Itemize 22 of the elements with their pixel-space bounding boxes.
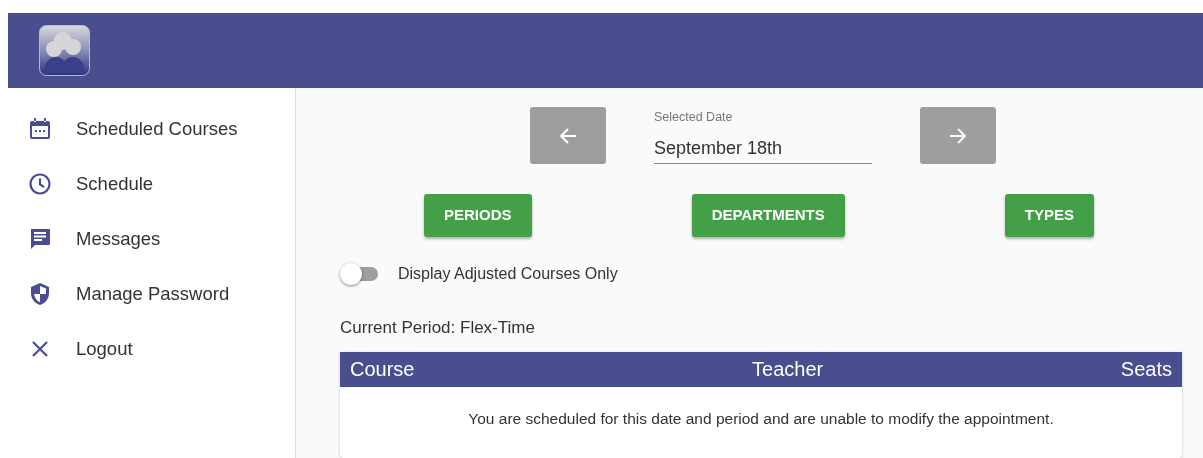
sidebar-item[interactable]: Messages bbox=[8, 211, 295, 266]
sidebar-item[interactable]: Scheduled Courses bbox=[8, 101, 295, 156]
sidebar-item[interactable]: Manage Password bbox=[8, 266, 295, 321]
sidebar-item[interactable]: Schedule bbox=[8, 156, 295, 211]
table-message: You are scheduled for this date and period and are unable to modify the appointment. bbox=[467, 408, 1055, 429]
left-arrow-icon bbox=[558, 125, 578, 146]
toggle-label: Display Adjusted Courses Only bbox=[398, 264, 618, 284]
column-header: Seats bbox=[1120, 357, 1172, 382]
message-icon bbox=[28, 226, 52, 251]
calendar-icon bbox=[29, 116, 51, 141]
close-icon bbox=[30, 338, 50, 359]
logo-icon bbox=[39, 25, 90, 76]
sidebar-item[interactable]: Logout bbox=[8, 321, 295, 376]
current-period: Current Period: Flex-Time bbox=[340, 317, 536, 339]
right-arrow-icon bbox=[948, 125, 968, 146]
shield-icon bbox=[29, 281, 51, 306]
column-header: Teacher bbox=[751, 357, 824, 382]
next-date-button[interactable] bbox=[920, 107, 996, 164]
clock-icon bbox=[28, 171, 52, 196]
column-header: Course bbox=[350, 357, 415, 382]
date-field[interactable]: Selected Date September 18th bbox=[654, 107, 872, 164]
previous-date-button[interactable] bbox=[530, 107, 606, 164]
